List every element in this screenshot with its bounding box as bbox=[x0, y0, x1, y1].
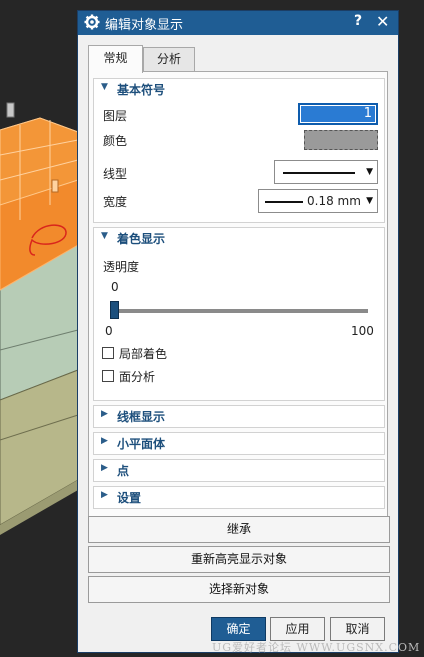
section-title: 设置 bbox=[117, 491, 142, 505]
line-width-icon bbox=[265, 201, 303, 203]
collapse-arrow-icon: ▶ bbox=[101, 490, 108, 500]
tab-panel-general: ▼ 基本符号 图层 1 颜色 线型 ▼ 宽度 0.18 mm ▼ ▼ 着色显示 … bbox=[88, 71, 388, 517]
linetype-label: 线型 bbox=[103, 167, 128, 181]
dialog-title: 编辑对象显示 bbox=[105, 18, 184, 33]
reselect-highlight-button[interactable]: 重新高亮显示对象 bbox=[88, 546, 390, 573]
ok-button[interactable]: 确定 bbox=[211, 617, 266, 641]
layer-value: 1 bbox=[301, 106, 375, 122]
section-title: 线框显示 bbox=[117, 410, 166, 424]
tab-analysis[interactable]: 分析 bbox=[143, 47, 195, 72]
section-title: 着色显示 bbox=[117, 232, 166, 246]
inherit-button[interactable]: 继承 bbox=[88, 516, 390, 543]
color-swatch[interactable] bbox=[304, 130, 378, 150]
section-title: 点 bbox=[117, 464, 130, 478]
section-basic-symbol: ▼ 基本符号 图层 1 颜色 线型 ▼ 宽度 0.18 mm ▼ bbox=[93, 78, 385, 223]
forum-watermark: UG爱好者论坛 WWW.UGSNX.COM bbox=[212, 641, 421, 654]
width-value: 0.18 mm bbox=[307, 194, 361, 208]
edit-object-display-dialog: 编辑对象显示 ? ✕ 常规 分析 ▼ 基本符号 图层 1 颜色 线型 ▼ 宽度 bbox=[77, 10, 399, 653]
face-analysis-checkbox[interactable] bbox=[102, 370, 114, 382]
section-header-point[interactable]: ▶ 点 bbox=[94, 460, 384, 482]
collapse-arrow-icon: ▶ bbox=[101, 436, 108, 446]
transparency-value: 0 bbox=[111, 280, 119, 294]
gear-icon bbox=[84, 14, 100, 30]
tab-general[interactable]: 常规 bbox=[88, 45, 143, 73]
section-header-wireframe[interactable]: ▶ 线框显示 bbox=[94, 406, 384, 428]
section-title: 基本符号 bbox=[117, 83, 166, 97]
section-header-facet-body[interactable]: ▶ 小平面体 bbox=[94, 433, 384, 455]
close-button[interactable]: ✕ bbox=[376, 12, 389, 31]
transparency-slider-track[interactable] bbox=[112, 309, 368, 313]
slider-min-label: 0 bbox=[105, 324, 113, 338]
apply-button[interactable]: 应用 bbox=[270, 617, 325, 641]
section-header-shading[interactable]: ▼ 着色显示 bbox=[94, 228, 384, 250]
collapse-arrow-icon: ▶ bbox=[101, 409, 108, 419]
face-analysis-label: 面分析 bbox=[119, 370, 156, 384]
model-pin bbox=[6, 102, 15, 118]
model-pin bbox=[51, 179, 59, 193]
local-shading-checkbox[interactable] bbox=[102, 347, 114, 359]
section-title: 小平面体 bbox=[117, 437, 166, 451]
select-new-object-button[interactable]: 选择新对象 bbox=[88, 576, 390, 603]
color-label: 颜色 bbox=[103, 134, 128, 148]
transparency-label: 透明度 bbox=[103, 260, 140, 274]
section-shading: ▼ 着色显示 透明度 0 0 100 局部着色 面分析 bbox=[93, 227, 385, 401]
solid-line-icon bbox=[283, 172, 355, 174]
section-header-basic-symbol[interactable]: ▼ 基本符号 bbox=[94, 79, 384, 101]
chevron-down-icon: ▼ bbox=[366, 196, 373, 206]
cancel-button[interactable]: 取消 bbox=[330, 617, 385, 641]
section-header-settings[interactable]: ▶ 设置 bbox=[94, 487, 384, 509]
help-button[interactable]: ? bbox=[354, 13, 362, 29]
chevron-down-icon: ▼ bbox=[366, 167, 373, 177]
section-settings[interactable]: ▶ 设置 bbox=[93, 486, 385, 509]
local-shading-label: 局部着色 bbox=[119, 347, 168, 361]
transparency-slider-thumb[interactable] bbox=[110, 301, 119, 319]
layer-label: 图层 bbox=[103, 109, 128, 123]
slider-max-label: 100 bbox=[351, 324, 374, 338]
width-label: 宽度 bbox=[103, 195, 128, 209]
section-facet-body[interactable]: ▶ 小平面体 bbox=[93, 432, 385, 455]
expand-arrow-icon: ▼ bbox=[101, 231, 108, 241]
section-wireframe[interactable]: ▶ 线框显示 bbox=[93, 405, 385, 428]
section-point[interactable]: ▶ 点 bbox=[93, 459, 385, 482]
linetype-dropdown[interactable]: ▼ bbox=[274, 160, 378, 184]
collapse-arrow-icon: ▶ bbox=[101, 463, 108, 473]
layer-input[interactable]: 1 bbox=[298, 103, 378, 125]
dialog-title-bar[interactable]: 编辑对象显示 ? ✕ bbox=[78, 11, 398, 35]
width-dropdown[interactable]: 0.18 mm ▼ bbox=[258, 189, 378, 213]
expand-arrow-icon: ▼ bbox=[101, 82, 108, 92]
